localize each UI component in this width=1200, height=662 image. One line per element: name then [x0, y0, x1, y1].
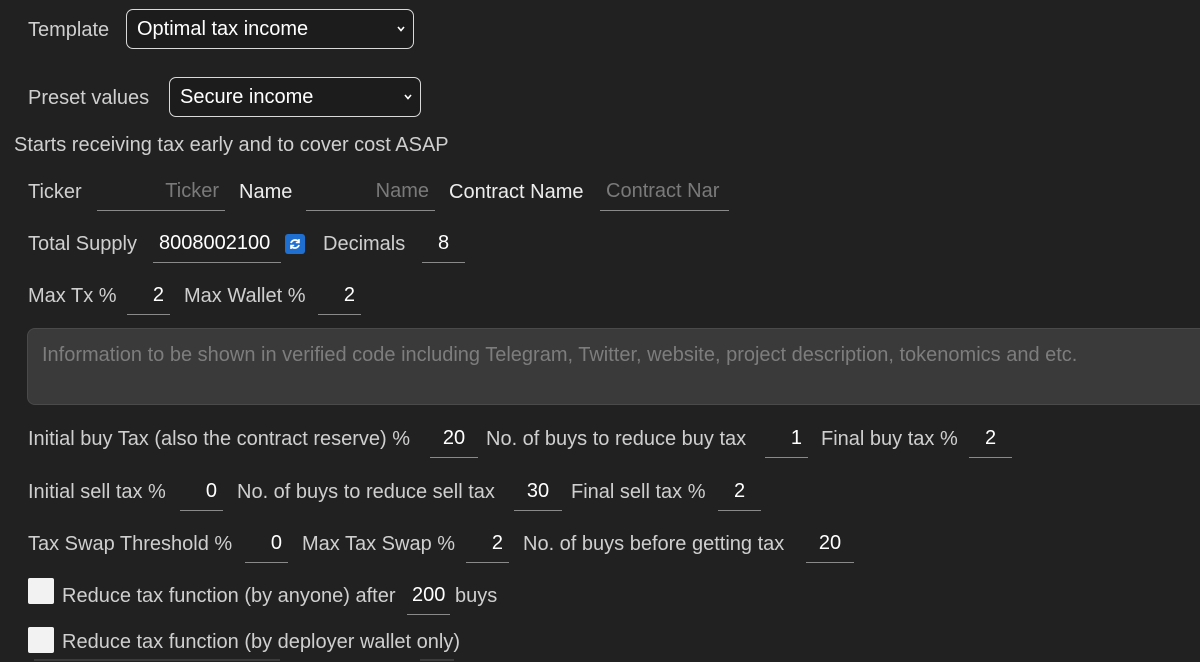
decimals-input[interactable]: 8 [422, 231, 465, 263]
final-buy-tax-label: Final buy tax % [821, 428, 958, 450]
max-tax-swap-input[interactable]: 2 [466, 531, 509, 563]
next-row-divider [34, 659, 280, 661]
buys-reduce-sell-tax-input[interactable]: 30 [514, 479, 562, 511]
initial-buy-tax-input[interactable]: 20 [430, 426, 478, 458]
tax-swap-threshold-label: Tax Swap Threshold % [28, 533, 233, 555]
template-select-value: Optimal tax income [137, 18, 309, 40]
buys-before-tax-label: No. of buys before getting tax [523, 533, 785, 555]
initial-sell-tax-input[interactable]: 0 [180, 479, 223, 511]
reduce-tax-anyone-label: Reduce tax function (by anyone) after [62, 585, 396, 607]
initial-sell-tax-label: Initial sell tax % [28, 481, 166, 503]
buys-reduce-buy-tax-input[interactable]: 1 [765, 426, 808, 458]
ticker-label: Ticker [28, 181, 82, 203]
max-tax-swap-label: Max Tax Swap % [302, 533, 456, 555]
name-input[interactable]: Name [306, 179, 435, 211]
preset-select-value: Secure income [180, 86, 314, 108]
total-supply-input[interactable]: 8008002100 [153, 231, 281, 263]
tax-swap-threshold-input[interactable]: 0 [245, 531, 288, 563]
ticker-input[interactable]: Ticker [97, 179, 225, 211]
contract-name-input[interactable]: Contract Nar [600, 179, 729, 211]
buys-reduce-sell-tax-label: No. of buys to reduce sell tax [237, 481, 495, 503]
reduce-tax-anyone-checkbox[interactable] [28, 578, 54, 604]
reduce-tax-deployer-checkbox[interactable] [28, 627, 54, 653]
preset-label: Preset values [28, 87, 150, 109]
reduce-tax-deployer-label: Reduce tax function (by deployer wallet … [62, 631, 460, 653]
chevron-down-icon [404, 94, 412, 100]
preset-select[interactable]: Secure income [169, 77, 421, 117]
info-textarea[interactable]: Information to be shown in verified code… [27, 328, 1200, 405]
initial-buy-tax-label: Initial buy Tax (also the contract reser… [28, 428, 411, 450]
template-select[interactable]: Optimal tax income [126, 9, 414, 49]
template-label: Template [28, 19, 110, 41]
final-sell-tax-label: Final sell tax % [571, 481, 706, 503]
refresh-icon[interactable] [285, 234, 305, 254]
token-config-form: Template Optimal tax income Preset value… [0, 0, 1200, 662]
buys-reduce-buy-tax-label: No. of buys to reduce buy tax [486, 428, 747, 450]
max-tx-input[interactable]: 2 [127, 283, 170, 315]
name-label: Name [239, 181, 293, 203]
reduce-tax-anyone-suffix: buys [455, 585, 498, 607]
reduce-tax-anyone-buys-input[interactable]: 200 [407, 583, 450, 615]
max-wallet-input[interactable]: 2 [318, 283, 361, 315]
max-wallet-label: Max Wallet % [184, 285, 306, 307]
contract-name-label: Contract Name [449, 181, 584, 203]
total-supply-label: Total Supply [28, 233, 137, 255]
preset-description: Starts receiving tax early and to cover … [14, 134, 449, 156]
max-tx-label: Max Tx % [28, 285, 117, 307]
next-row-divider [420, 659, 454, 661]
final-buy-tax-input[interactable]: 2 [969, 426, 1012, 458]
final-sell-tax-input[interactable]: 2 [718, 479, 761, 511]
decimals-label: Decimals [323, 233, 406, 255]
chevron-down-icon [397, 26, 405, 32]
buys-before-tax-input[interactable]: 20 [806, 531, 854, 563]
